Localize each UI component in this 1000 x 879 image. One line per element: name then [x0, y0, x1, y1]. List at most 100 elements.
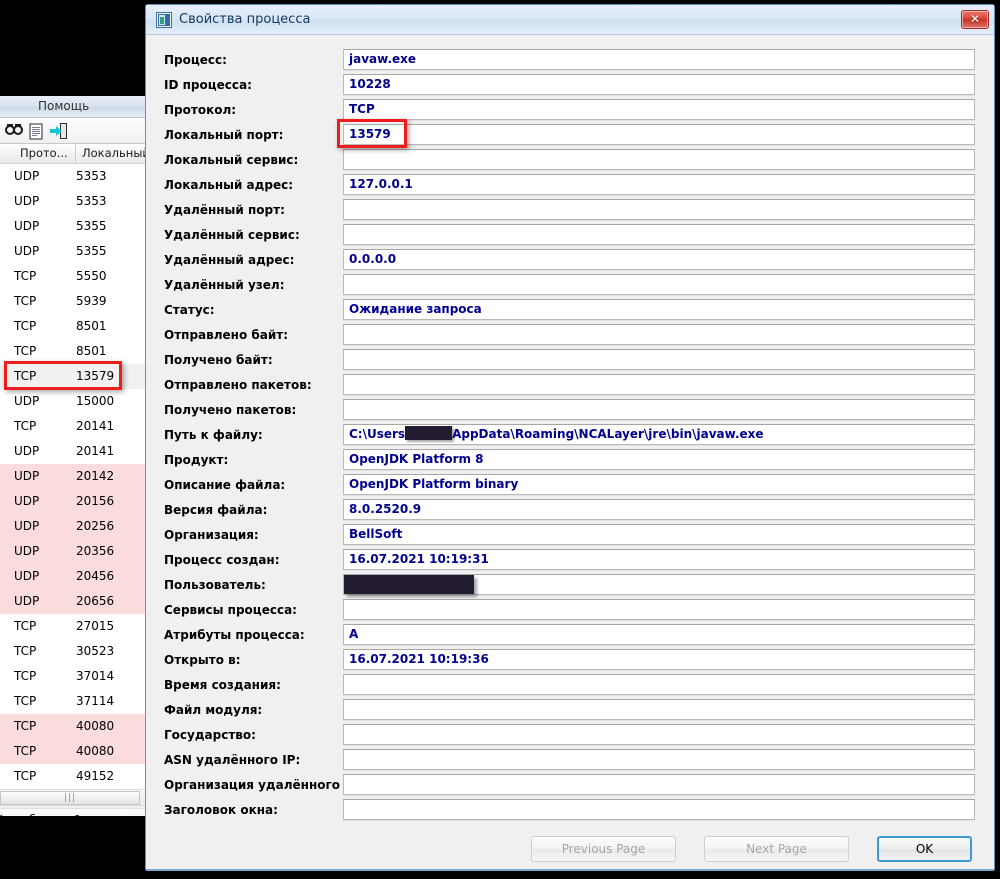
ok-button[interactable]: OK: [877, 836, 972, 862]
property-value[interactable]: [343, 149, 975, 170]
property-value[interactable]: [343, 274, 975, 295]
property-label: Организация:: [164, 528, 259, 542]
property-label: Удалённый порт:: [164, 203, 285, 217]
property-value[interactable]: javaw.exe: [343, 49, 975, 70]
property-value[interactable]: 13579: [343, 124, 975, 145]
connection-row[interactable]: TCP 8501: [0, 339, 147, 364]
connection-protocol: UDP: [14, 244, 40, 258]
property-value[interactable]: [343, 724, 975, 745]
connection-protocol: UDP: [14, 394, 40, 408]
connection-row[interactable]: TCP 5550: [0, 264, 147, 289]
property-row: Протокол: TCP: [146, 99, 994, 124]
connection-row[interactable]: TCP 37114: [0, 689, 147, 714]
connection-protocol: TCP: [14, 644, 37, 658]
connection-protocol: TCP: [14, 719, 37, 733]
property-value[interactable]: TCP: [343, 99, 975, 120]
next-page-button[interactable]: Next Page: [704, 836, 849, 862]
connection-protocol: TCP: [14, 369, 37, 383]
connection-row[interactable]: TCP 30523: [0, 639, 147, 664]
property-row: Сервисы процесса:: [146, 599, 994, 624]
property-value[interactable]: [343, 799, 975, 820]
property-value[interactable]: [343, 599, 975, 620]
connection-row[interactable]: UDP 20141: [0, 439, 147, 464]
connection-local-port: 5939: [76, 294, 107, 308]
connection-row[interactable]: TCP 8501: [0, 314, 147, 339]
property-value[interactable]: [343, 349, 975, 370]
dialog-titlebar[interactable]: Свойства процесса ✕: [146, 5, 994, 35]
property-value[interactable]: [343, 374, 975, 395]
connection-protocol: TCP: [14, 669, 37, 683]
property-label: Файл модуля:: [164, 703, 263, 717]
connection-protocol: TCP: [14, 769, 37, 783]
property-value[interactable]: A: [343, 624, 975, 645]
dialog-bottom-border: [146, 869, 994, 871]
connection-row[interactable]: UDP 20256: [0, 514, 147, 539]
find-icon[interactable]: [4, 122, 24, 140]
property-value[interactable]: OpenJDK Platform binary: [343, 474, 975, 495]
previous-page-button[interactable]: Previous Page: [531, 836, 676, 862]
property-value[interactable]: Ожидание запроса: [343, 299, 975, 320]
connection-row[interactable]: UDP 20456: [0, 564, 147, 589]
connection-row[interactable]: UDP 20356: [0, 539, 147, 564]
property-value[interactable]: [343, 749, 975, 770]
property-value[interactable]: 127.0.0.1: [343, 174, 975, 195]
connection-row[interactable]: TCP 37014: [0, 664, 147, 689]
connection-row[interactable]: TCP 40080: [0, 714, 147, 739]
horizontal-scrollbar[interactable]: |||: [0, 789, 147, 806]
close-icon[interactable]: ✕: [961, 10, 989, 29]
property-value[interactable]: 0.0.0.0: [343, 249, 975, 270]
property-value[interactable]: 16.07.2021 10:19:31: [343, 549, 975, 570]
property-row: Версия файла: 8.0.2520.9: [146, 499, 994, 524]
column-header-1[interactable]: Локальный .: [76, 144, 147, 163]
properties-icon[interactable]: [26, 122, 46, 140]
property-row: Время создания:: [146, 674, 994, 699]
connection-row[interactable]: TCP 27015: [0, 614, 147, 639]
connection-local-port: 20142: [76, 469, 115, 483]
property-value[interactable]: [343, 699, 975, 720]
property-row: Путь к файлу: C:\Users AppData\Roaming\NCA…: [146, 424, 994, 449]
property-value[interactable]: 10228: [343, 74, 975, 95]
connection-row[interactable]: UDP 5355: [0, 214, 147, 239]
column-header-0[interactable]: Прото...: [14, 144, 76, 163]
property-value[interactable]: [343, 324, 975, 345]
connection-row[interactable]: UDP 20156: [0, 489, 147, 514]
property-value[interactable]: 16.07.2021 10:19:36: [343, 649, 975, 670]
property-label: Открыто в:: [164, 653, 241, 667]
connection-row[interactable]: UDP 15000: [0, 389, 147, 414]
connection-row[interactable]: UDP 5355: [0, 239, 147, 264]
connection-local-port: 27015: [76, 619, 115, 633]
property-value[interactable]: C:\Users AppData\Roaming\NCALayer\jre\bin…: [343, 424, 975, 445]
connection-row[interactable]: UDP 5353: [0, 189, 147, 214]
property-value[interactable]: [343, 224, 975, 245]
property-value[interactable]: 8.0.2520.9: [343, 499, 975, 520]
property-label: Организация удалённого IP:: [164, 778, 363, 792]
connections-list[interactable]: UDP 5353 UDP 5353 UDP 5355 UDP 5355 TCP 5550 TCP 59…: [0, 164, 147, 789]
property-row: Процесс создан: 16.07.2021 10:19:31: [146, 549, 994, 574]
property-value[interactable]: [343, 199, 975, 220]
property-label: Локальный сервис:: [164, 153, 299, 167]
connection-local-port: 15000: [76, 394, 115, 408]
property-value[interactable]: [343, 774, 975, 795]
connection-row[interactable]: TCP 49152: [0, 764, 147, 789]
connection-row[interactable]: TCP 13579: [0, 364, 147, 389]
menu-item-help[interactable]: Помощь: [38, 99, 89, 113]
connection-row[interactable]: TCP 5939: [0, 289, 147, 314]
property-value[interactable]: OpenJDK Platform 8: [343, 449, 975, 470]
connection-local-port: 8501: [76, 344, 107, 358]
connection-row[interactable]: UDP 20142: [0, 464, 147, 489]
property-label: Получено байт:: [164, 353, 273, 367]
connection-row[interactable]: TCP 40080: [0, 739, 147, 764]
property-label: ID процесса:: [164, 78, 252, 92]
scrollbar-thumb[interactable]: |||: [0, 791, 140, 805]
connection-row[interactable]: UDP 20656: [0, 589, 147, 614]
connection-protocol: TCP: [14, 694, 37, 708]
property-value[interactable]: BellSoft: [343, 524, 975, 545]
connection-row[interactable]: UDP 5353: [0, 164, 147, 189]
process-properties-dialog: Свойства процесса ✕ Процесс: javaw.exe ID …: [145, 4, 995, 871]
connection-row[interactable]: TCP 20141: [0, 414, 147, 439]
connection-local-port: 40080: [76, 744, 115, 758]
connection-local-port: 20456: [76, 569, 115, 583]
exit-icon[interactable]: [48, 122, 68, 140]
property-value[interactable]: [343, 674, 975, 695]
property-value[interactable]: [343, 399, 975, 420]
